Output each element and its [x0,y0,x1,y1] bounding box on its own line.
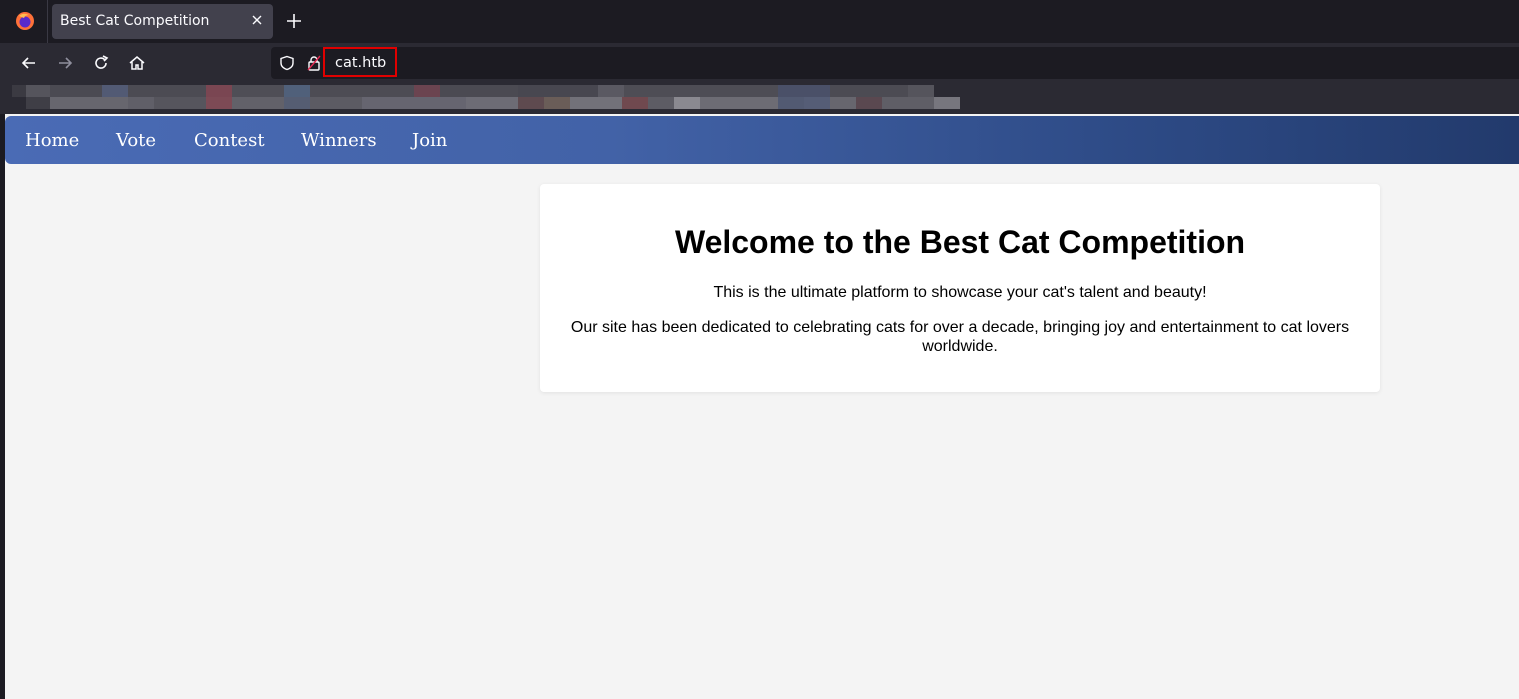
nav-link-home[interactable]: Home [25,130,79,151]
nav-toolbar: cat.htb [0,43,1519,83]
welcome-line-2: Our site has been dedicated to celebrati… [570,319,1350,355]
welcome-card: Welcome to the Best Cat Competition This… [540,184,1380,392]
nav-link-winners[interactable]: Winners [301,130,377,151]
back-arrow-icon[interactable] [19,53,39,73]
tab-title: Best Cat Competition [60,13,210,29]
nav-link-vote[interactable]: Vote [116,130,156,151]
forward-arrow-icon[interactable] [55,53,75,73]
shield-icon[interactable] [279,55,295,71]
welcome-line-1: This is the ultimate platform to showcas… [713,284,1207,301]
nav-link-join[interactable]: Join [412,130,447,151]
lock-icon[interactable] [307,55,321,71]
firefox-logo[interactable] [14,10,36,32]
tab-strip: Best Cat Competition [0,0,1519,43]
page-content: Home Vote Contest Winners Join Welcome t… [5,114,1519,699]
url-bar[interactable]: cat.htb [271,47,1519,79]
plus-icon[interactable] [285,12,303,30]
home-icon[interactable] [127,53,147,73]
close-icon[interactable] [249,12,265,28]
welcome-heading: Welcome to the Best Cat Competition [674,224,1246,260]
nav-link-contest[interactable]: Contest [194,130,265,151]
tab-separator [47,0,48,43]
reload-icon[interactable] [91,53,111,73]
bookmarks-toolbar [0,83,1519,114]
browser-tab[interactable]: Best Cat Competition [52,4,273,39]
site-navigation: Home Vote Contest Winners Join [5,116,1519,164]
url-text[interactable]: cat.htb [335,55,386,71]
url-highlight: cat.htb [323,47,397,77]
